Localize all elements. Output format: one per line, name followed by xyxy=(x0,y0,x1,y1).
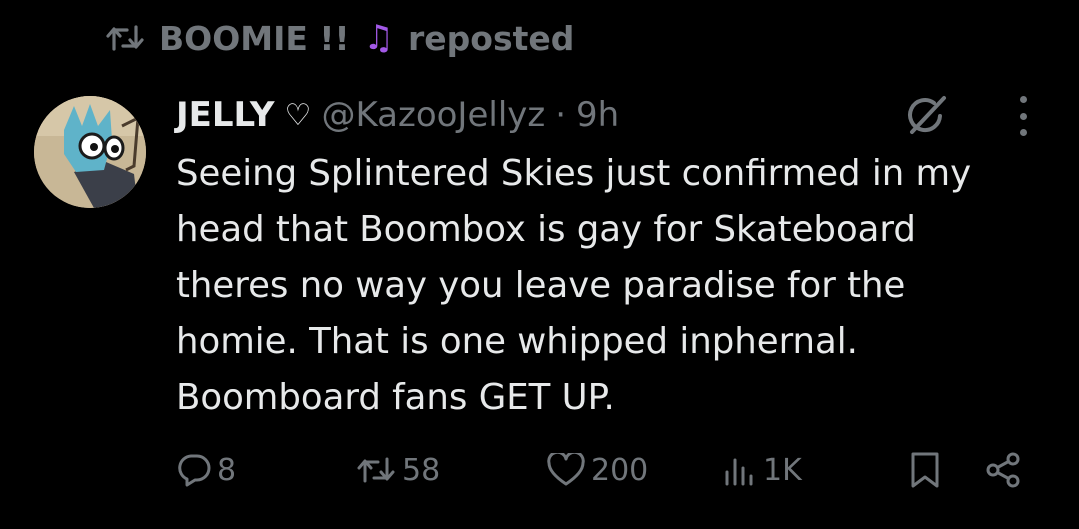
repost-header[interactable]: BOOMIE !! ♫ reposted xyxy=(105,14,574,62)
post-time[interactable]: 9h xyxy=(576,95,619,135)
views-icon xyxy=(723,454,757,486)
repost-user[interactable]: BOOMIE !! xyxy=(159,19,350,58)
music-note-emoji: ♫ xyxy=(363,18,394,58)
post-header: JELLY ♡ @KazooJellyz · 9h xyxy=(176,88,619,142)
repost-button[interactable]: 58 xyxy=(356,446,440,494)
post-text: Seeing Splintered Skies just confirmed i… xyxy=(176,153,972,418)
bookmark-icon xyxy=(909,451,941,489)
share-icon xyxy=(983,450,1023,490)
user-handle[interactable]: @KazooJellyz xyxy=(321,95,545,135)
reply-button[interactable]: 8 xyxy=(177,446,236,494)
display-name[interactable]: JELLY xyxy=(176,95,275,135)
like-button[interactable]: 200 xyxy=(547,446,648,494)
views-count: 1K xyxy=(763,452,802,488)
name-heart-symbol: ♡ xyxy=(284,97,312,133)
repost-action-icon xyxy=(356,455,396,485)
avatar[interactable] xyxy=(34,96,146,208)
repost-label: reposted xyxy=(408,18,575,58)
more-options-icon[interactable] xyxy=(1006,96,1040,136)
like-count: 200 xyxy=(591,452,649,488)
views-button[interactable]: 1K xyxy=(723,446,802,494)
bookmark-button[interactable] xyxy=(909,446,941,494)
reply-icon xyxy=(177,453,211,487)
repost-icon xyxy=(105,23,145,53)
share-button[interactable] xyxy=(983,446,1023,494)
grok-icon[interactable] xyxy=(902,94,950,138)
separator-dot: · xyxy=(555,95,567,135)
heart-icon xyxy=(547,453,585,487)
reply-count: 8 xyxy=(217,452,237,488)
repost-count: 58 xyxy=(402,452,441,488)
